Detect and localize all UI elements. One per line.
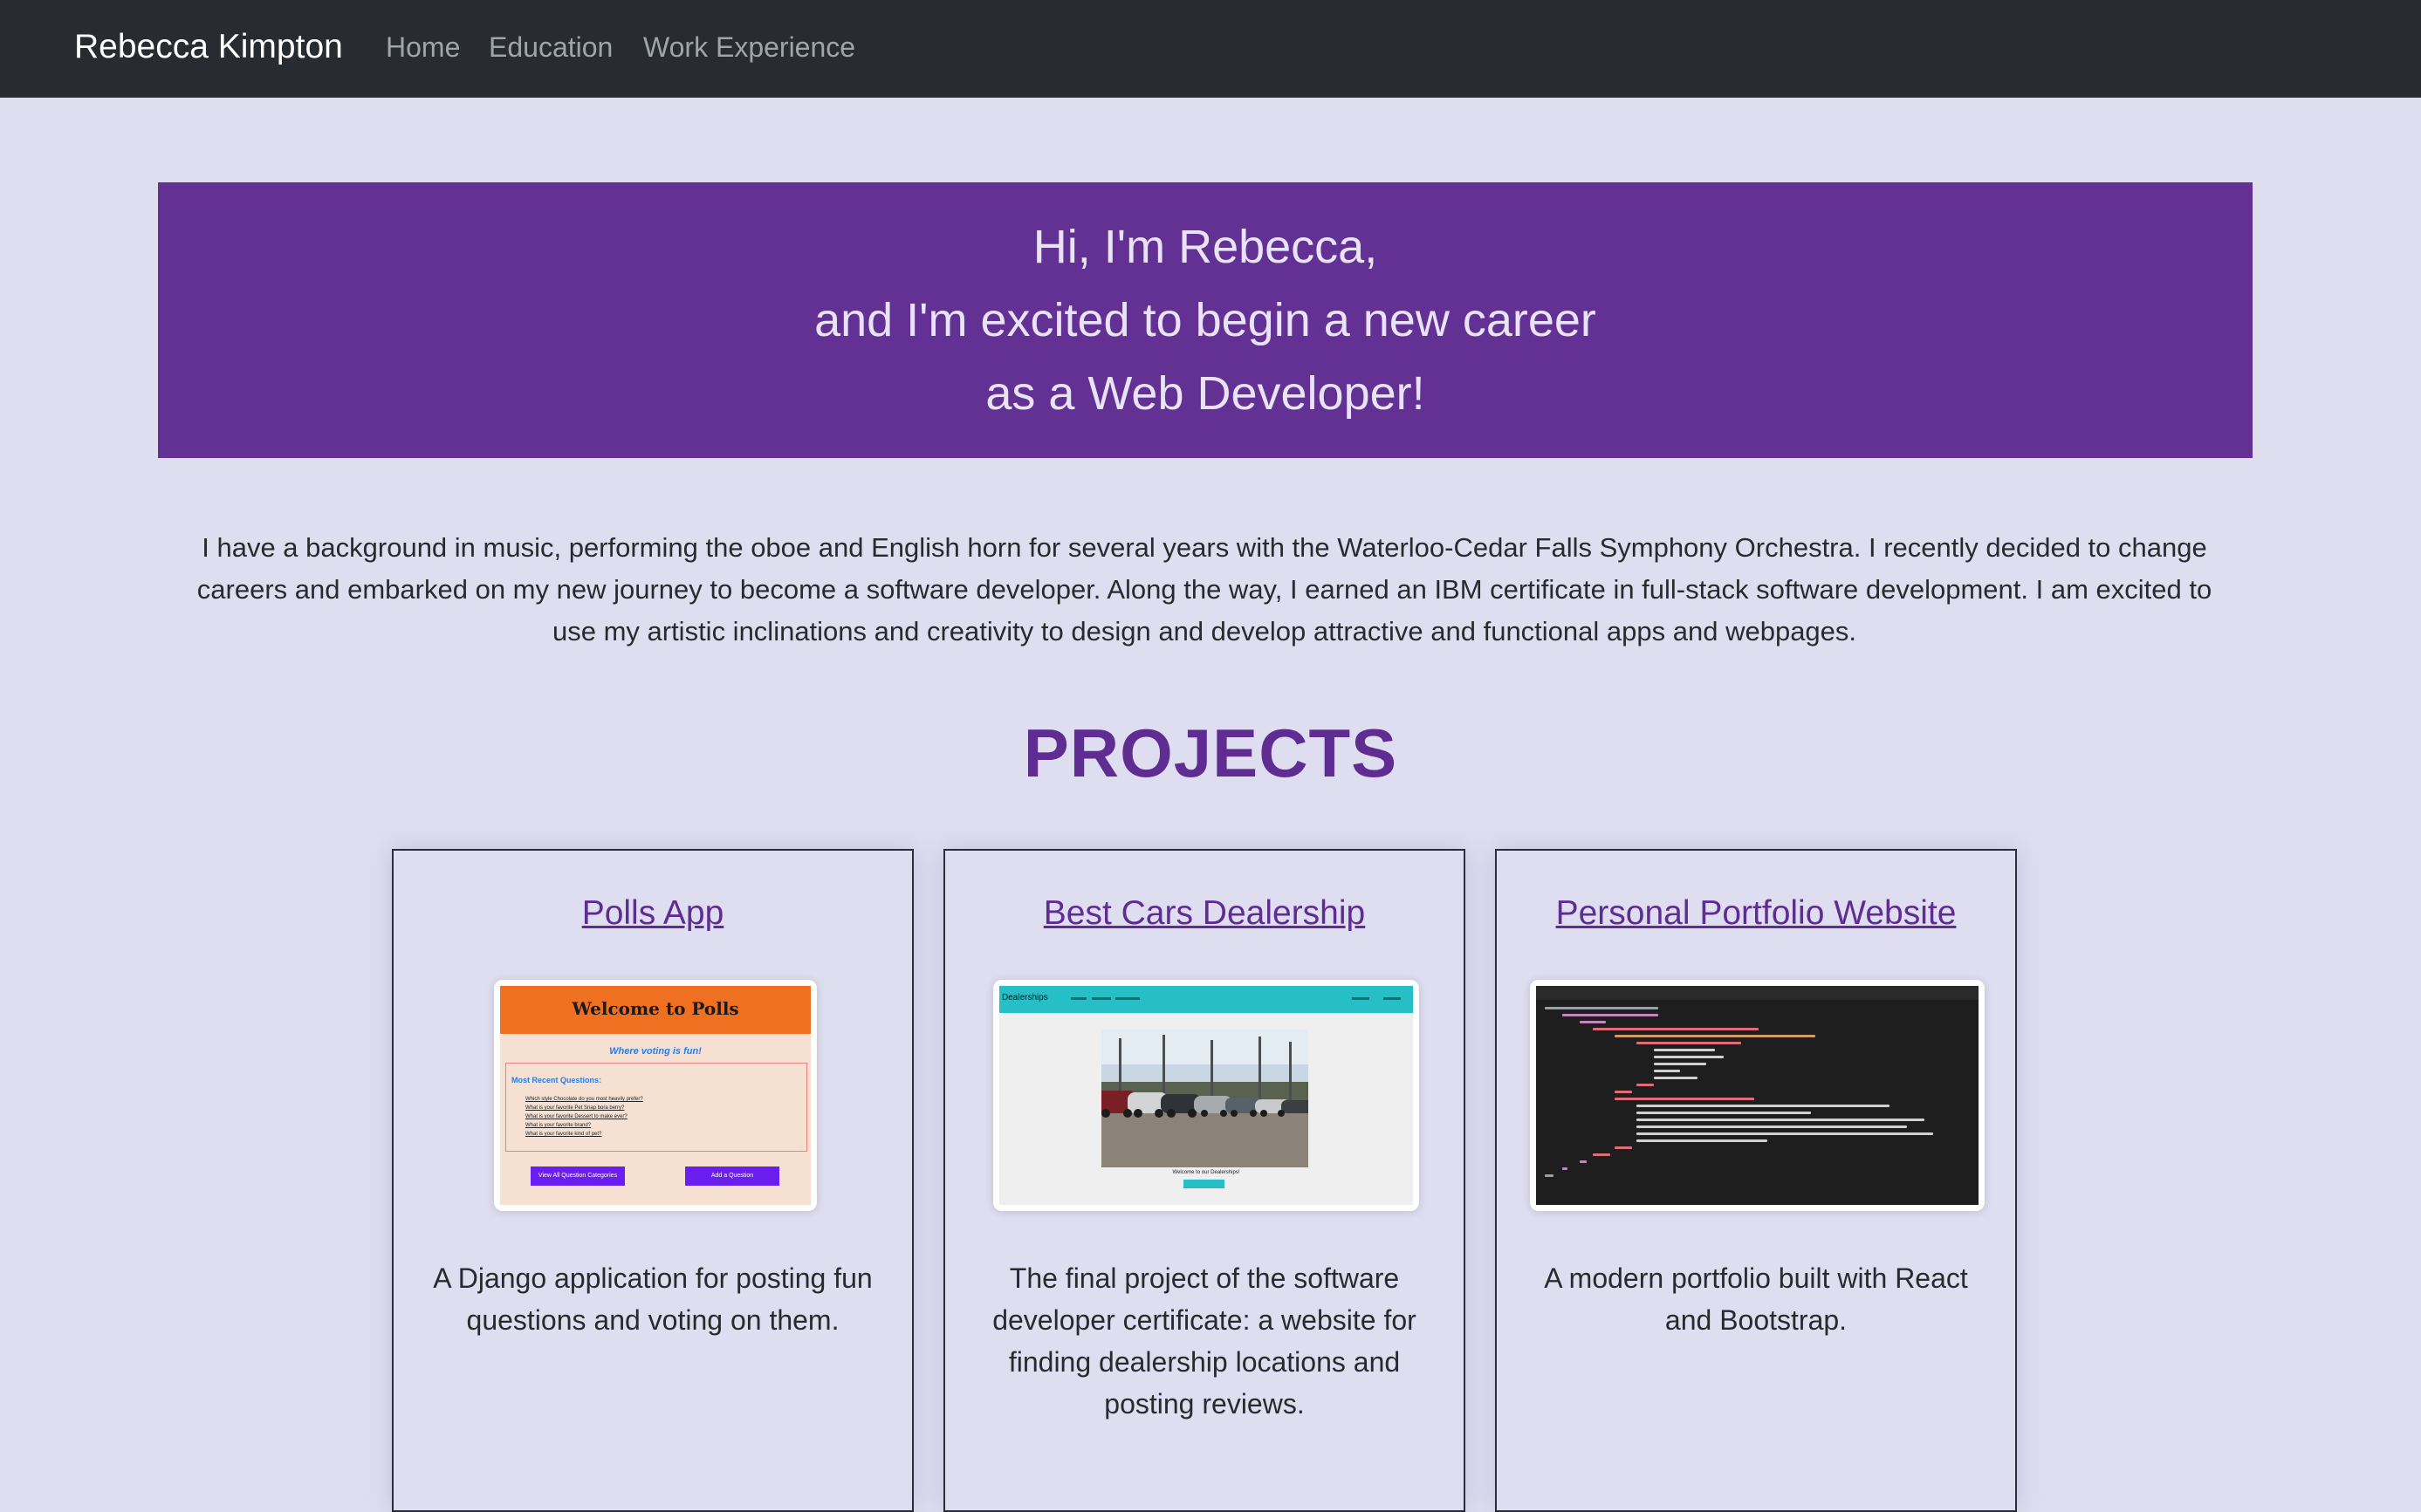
code-line <box>1562 1014 1658 1016</box>
hero-line-1: Hi, I'm Rebecca, <box>1032 221 1378 273</box>
code-line <box>1636 1125 1907 1128</box>
polls-screenshot-button: Add a Question <box>685 1166 779 1186</box>
cars-screenshot: Dealerships Welcome to our Dealerships! <box>999 986 1413 1205</box>
code-line <box>1593 1153 1610 1156</box>
polls-screenshot-header: Welcome to Polls <box>500 986 811 1034</box>
cars-screenshot-nav-item <box>1092 997 1111 1000</box>
project-thumbnail-polls-app[interactable]: Welcome to Polls Where voting is fun! Mo… <box>494 980 817 1211</box>
polls-screenshot-question: Which style Chocolate do you most heavil… <box>525 1097 643 1102</box>
code-line <box>1636 1119 1924 1121</box>
code-line <box>1615 1146 1632 1149</box>
code-line <box>1545 1007 1658 1009</box>
car-lot-photo <box>1101 1030 1308 1167</box>
project-description-best-cars: The final project of the software develo… <box>992 1262 1416 1420</box>
project-thumbnail-best-cars[interactable]: Dealerships Welcome to our Dealerships! <box>993 980 1419 1211</box>
code-line <box>1654 1070 1680 1072</box>
code-line <box>1615 1035 1815 1037</box>
projects-heading: PROJECTS <box>1023 715 1398 791</box>
polls-screenshot-question: What is your favorite Dessert to make ev… <box>525 1114 628 1119</box>
code-line <box>1636 1132 1933 1135</box>
nav-link-education[interactable]: Education <box>489 31 613 64</box>
cars-screenshot-nav-item <box>1071 997 1087 1000</box>
navbar: Rebecca Kimpton Home Education Work Expe… <box>0 0 2421 98</box>
cars-screenshot-navbar: Dealerships <box>999 986 1413 1013</box>
code-line <box>1654 1056 1724 1058</box>
polls-screenshot-question: What is your favorite kind of pet? <box>525 1132 602 1137</box>
project-thumbnail-portfolio[interactable] <box>1530 980 1985 1211</box>
nav-link-home[interactable]: Home <box>386 31 460 64</box>
cars-screenshot-caption: Welcome to our Dealerships! <box>1172 1170 1240 1175</box>
project-link-polls-app[interactable]: Polls App <box>394 894 912 933</box>
code-line <box>1545 1174 1553 1177</box>
code-line <box>1636 1042 1741 1044</box>
project-card-polls-app: Polls App Welcome to Polls Where voting … <box>392 849 914 1512</box>
polls-screenshot-button: View All Question Categories <box>531 1166 625 1186</box>
project-description-portfolio: A modern portfolio built with React and … <box>1544 1262 1968 1336</box>
code-line <box>1615 1091 1632 1093</box>
polls-screenshot: Welcome to Polls Where voting is fun! Mo… <box>500 986 811 1205</box>
code-line <box>1636 1084 1654 1086</box>
polls-screenshot-box-title: Most Recent Questions: <box>511 1076 602 1084</box>
hero-banner: Hi, I'm Rebecca, and I'm excited to begi… <box>158 182 2253 458</box>
polls-screenshot-question-box: Most Recent Questions: Which style Choco… <box>505 1063 807 1152</box>
code-line <box>1593 1028 1759 1030</box>
hero-line-2: and I'm excited to begin a new career <box>814 294 1596 346</box>
code-line <box>1580 1021 1606 1023</box>
cars-screenshot-button <box>1183 1180 1224 1188</box>
project-link-portfolio[interactable]: Personal Portfolio Website <box>1497 894 2015 933</box>
cars-screenshot-nav-item <box>1352 997 1369 1000</box>
cars-screenshot-brand: Dealerships <box>1002 993 1048 1002</box>
code-line <box>1615 1098 1754 1100</box>
code-line <box>1636 1105 1889 1107</box>
code-line <box>1636 1139 1767 1142</box>
cars-screenshot-nav-item <box>1383 997 1401 1000</box>
hero-line-3: as a Web Developer! <box>985 367 1425 420</box>
brand-link[interactable]: Rebecca Kimpton <box>74 28 343 66</box>
code-line <box>1580 1160 1587 1163</box>
code-line <box>1654 1049 1715 1051</box>
polls-screenshot-question: What is your favorite Pet Snap bora berr… <box>525 1105 625 1111</box>
polls-screenshot-subtitle: Where voting is fun! <box>609 1046 702 1057</box>
polls-screenshot-title: Welcome to Polls <box>572 998 739 1019</box>
project-card-best-cars: Best Cars Dealership Dealerships Welcome… <box>943 849 1465 1512</box>
code-line <box>1562 1167 1567 1170</box>
project-link-best-cars[interactable]: Best Cars Dealership <box>945 894 1464 933</box>
polls-screenshot-question: What is your favorite brand? <box>525 1123 592 1128</box>
code-editor-screenshot <box>1536 986 1979 1205</box>
cars-screenshot-nav-item <box>1115 997 1140 1000</box>
code-line <box>1654 1077 1697 1079</box>
nav-link-work-experience[interactable]: Work Experience <box>643 31 855 64</box>
project-description-polls-app: A Django application for posting fun que… <box>433 1262 873 1336</box>
code-line <box>1654 1063 1706 1065</box>
intro-paragraph: I have a background in music, performing… <box>196 532 2212 647</box>
project-card-portfolio: Personal Portfolio Website A modern port… <box>1495 849 2017 1512</box>
code-editor-tabbar <box>1536 986 1979 1000</box>
code-line <box>1636 1112 1811 1114</box>
